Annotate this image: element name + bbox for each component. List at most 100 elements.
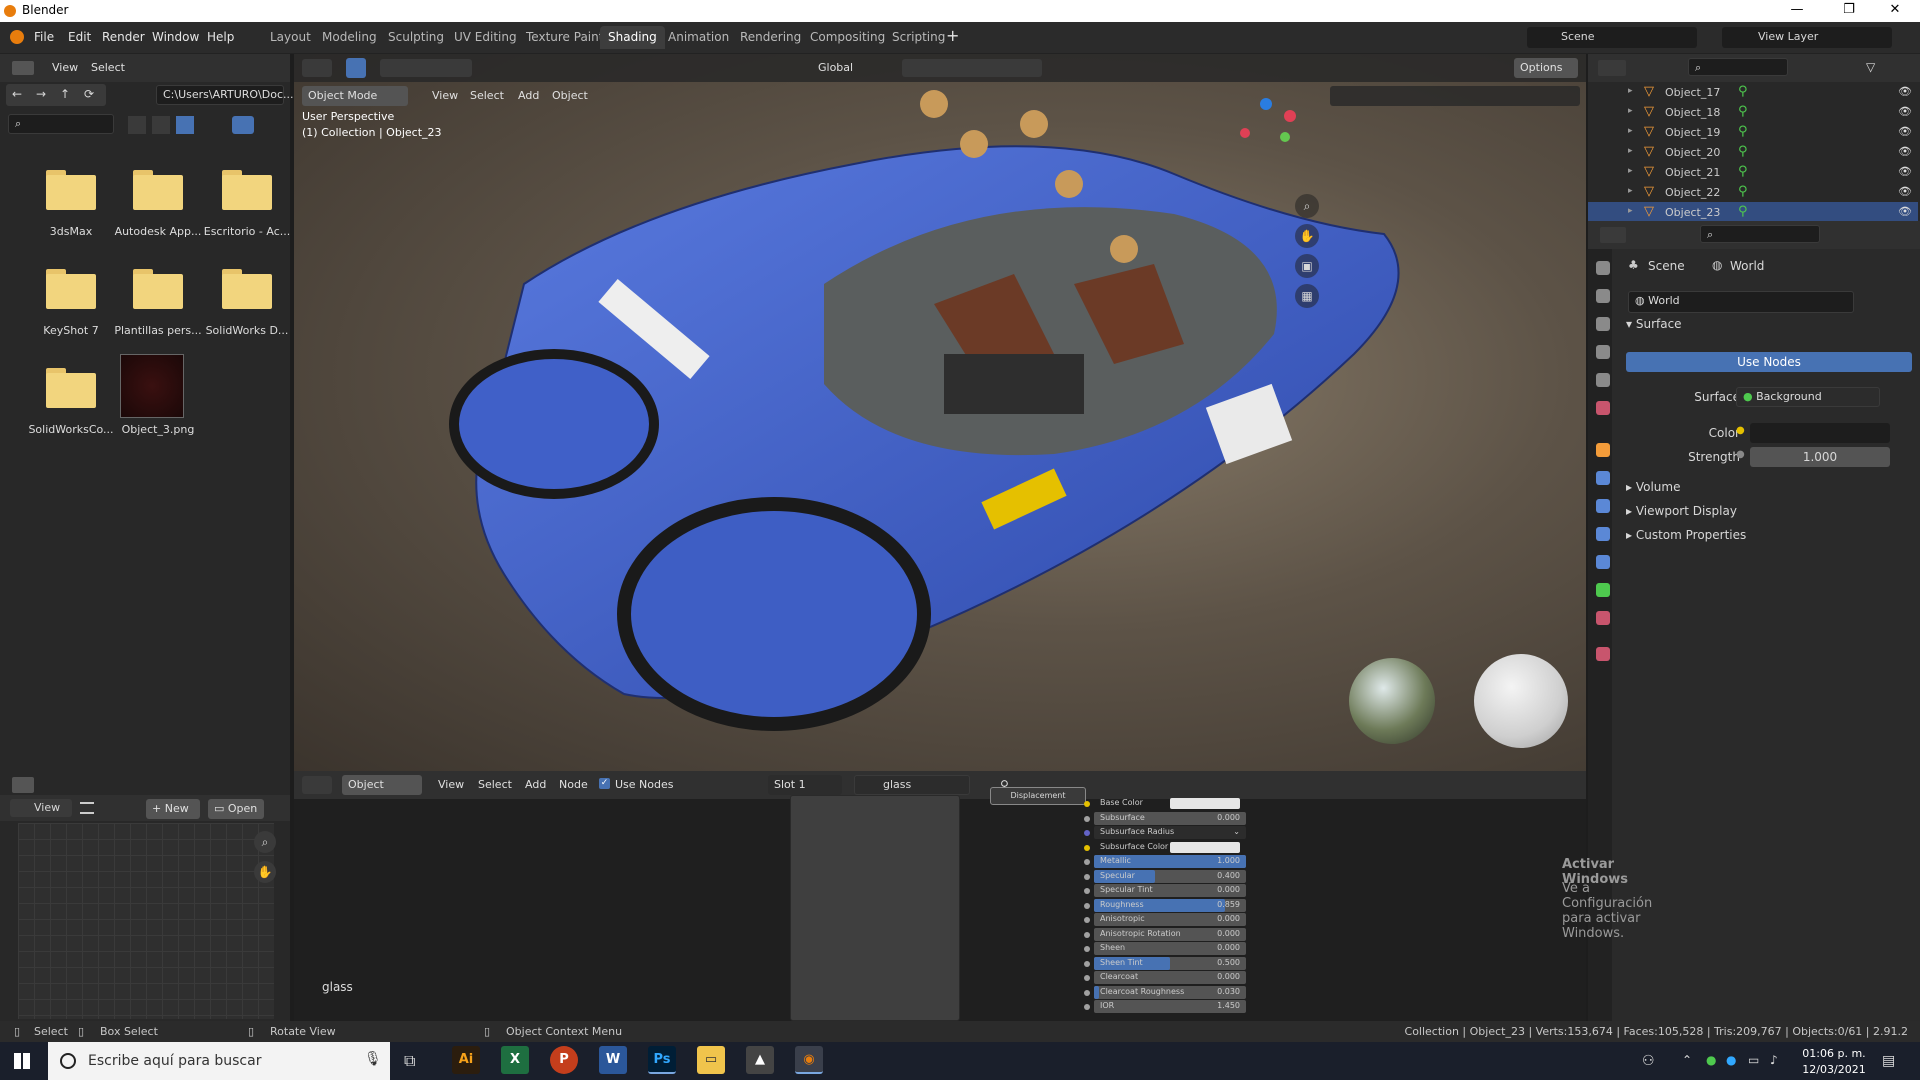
refresh-icon[interactable]: ⟳ (84, 87, 94, 101)
taskbar-clock-time[interactable]: 01:06 p. m. (1794, 1047, 1874, 1060)
scene-selector[interactable]: Scene (1527, 27, 1697, 48)
taskbar-clock-date[interactable]: 12/03/2021 (1794, 1063, 1874, 1076)
workspace-tab-shading[interactable]: Shading (600, 26, 665, 49)
file-item-label[interactable]: SolidWorks D... (202, 324, 292, 337)
node-input-field[interactable]: Subsurface Radius ⌄ (1094, 826, 1246, 839)
modifier-tab-icon[interactable] (1596, 471, 1610, 485)
node-input-field[interactable]: Anisotropic Rotation 0.000 (1094, 927, 1246, 941)
zoom-icon[interactable]: ⌕ (254, 831, 276, 853)
task-view-icon[interactable]: ⧉ (404, 1051, 415, 1071)
color-swatch[interactable] (1170, 798, 1240, 809)
output-tab-icon[interactable] (1596, 317, 1610, 331)
notifications-icon[interactable]: ▤ (1882, 1053, 1895, 1069)
custom-properties-panel-header[interactable]: ▸ Custom Properties (1626, 528, 1746, 542)
workspace-tab-uv-editing[interactable]: UV Editing (446, 26, 525, 49)
thumbnail-view-icon[interactable] (176, 116, 194, 134)
node-input-field[interactable]: Base Color (1094, 797, 1246, 810)
socket-dot-icon[interactable] (1084, 917, 1090, 923)
outliner-row[interactable]: ▸ ▽ Object_21 ⚲ 👁 (1588, 162, 1918, 182)
node-input-field[interactable]: Clearcoat 0.000 (1094, 971, 1246, 984)
outliner-row[interactable]: ▸ ▽ Object_17 ⚲ 👁 (1588, 82, 1918, 102)
volume-panel-header[interactable]: ▸ Volume (1626, 480, 1680, 494)
node-add-menu[interactable]: Add (525, 778, 546, 791)
shader-type-dropdown[interactable]: Object (342, 775, 422, 795)
properties-editor-type-icon[interactable] (1600, 227, 1626, 243)
expand-arrow-icon[interactable]: ▸ (1628, 106, 1633, 116)
socket-dot-icon[interactable] (1084, 859, 1090, 865)
workspace-tab-scripting[interactable]: Scripting (884, 26, 953, 49)
back-icon[interactable]: ← (12, 87, 22, 101)
path-field[interactable]: C:\Users\ARTURO\Doc... (156, 85, 294, 105)
blender-menu-icon[interactable] (10, 30, 24, 44)
outliner-row[interactable]: ▸ ▽ Object_18 ⚲ 👁 (1588, 102, 1918, 122)
menu-file[interactable]: File (34, 30, 54, 44)
outliner-filter-icon[interactable]: ▽ (1866, 60, 1884, 76)
workspace-tab-animation[interactable]: Animation (660, 26, 737, 49)
texture-tab-icon[interactable] (1596, 647, 1610, 661)
perspective-toggle-icon[interactable]: ▦ (1295, 284, 1319, 308)
navigation-gizmo[interactable] (1240, 98, 1300, 158)
expand-arrow-icon[interactable]: ▸ (1628, 86, 1633, 96)
color-swatch[interactable] (1750, 423, 1890, 443)
viewport-display-panel-header[interactable]: ▸ Viewport Display (1626, 504, 1737, 518)
node-input-field[interactable]: Subsurface 0.000 (1094, 811, 1246, 825)
visibility-eye-icon[interactable]: 👁 (1898, 125, 1912, 138)
socket-dot-icon[interactable] (1084, 873, 1090, 880)
workspace-tab-rendering[interactable]: Rendering (732, 26, 809, 49)
node-input-field[interactable]: Clearcoat Roughness 0.030 (1094, 985, 1246, 999)
socket-dot-icon[interactable] (1084, 931, 1090, 938)
excel-app-icon[interactable]: X (501, 1046, 529, 1074)
node-input-field[interactable]: Sheen 0.000 (1094, 942, 1246, 955)
workspace-tab-texture-paint[interactable]: Texture Paint (518, 26, 611, 49)
detail-view-icon[interactable] (152, 116, 170, 134)
outliner-row[interactable]: ▸ ▽ Object_20 ⚲ 👁 (1588, 142, 1918, 162)
outliner-row[interactable]: ▸ ▽ Object_23 ⚲ 👁 (1588, 202, 1918, 222)
slot-dropdown[interactable]: Slot 1 (768, 775, 842, 795)
world-tab-icon[interactable] (1596, 401, 1610, 415)
file-explorer-icon[interactable]: ▭ (697, 1046, 725, 1074)
visibility-eye-icon[interactable]: 👁 (1898, 205, 1912, 218)
file-item-label[interactable]: Autodesk App... (113, 225, 203, 238)
use-nodes-checkbox[interactable]: ✓ (599, 778, 610, 789)
photoshop-app-icon[interactable]: Ps (648, 1046, 676, 1074)
node-input-field[interactable]: IOR 1.450 (1094, 1000, 1246, 1013)
tray-app-icon-2[interactable]: ● (1726, 1053, 1736, 1067)
forward-icon[interactable]: → (36, 87, 46, 101)
visibility-eye-icon[interactable]: 👁 (1898, 105, 1912, 118)
folder-icon[interactable] (133, 269, 183, 309)
folder-icon[interactable] (46, 269, 96, 309)
node-input-field[interactable]: Sheen Tint 0.500 (1094, 956, 1246, 970)
node-node-menu[interactable]: Node (559, 778, 588, 791)
open-image-button[interactable]: ▭ Open (208, 799, 264, 819)
socket-dot-icon[interactable] (1084, 960, 1090, 967)
editor-type-icon[interactable] (12, 61, 34, 75)
use-nodes-button[interactable]: Use Nodes (1626, 352, 1912, 372)
network-icon[interactable]: ▭ (1748, 1053, 1759, 1067)
expand-arrow-icon[interactable]: ▸ (1628, 126, 1633, 136)
pan-viewport-icon[interactable]: ✋ (1295, 224, 1319, 248)
view-layer-tab-icon[interactable] (1596, 345, 1610, 359)
file-item-label[interactable]: Plantillas pers... (113, 324, 203, 337)
node-input-field[interactable]: Anisotropic 0.000 (1094, 913, 1246, 926)
show-hidden-icons[interactable]: ⌃ (1682, 1053, 1692, 1067)
principled-bsdf-node[interactable] (790, 795, 960, 1021)
list-view-icon[interactable] (128, 116, 146, 134)
socket-dot-icon[interactable] (1084, 1004, 1090, 1010)
minimize-button[interactable]: — (1774, 2, 1820, 20)
add-workspace-icon[interactable]: + (946, 26, 959, 45)
image-canvas[interactable] (18, 823, 274, 1019)
workspace-tab-sculpting[interactable]: Sculpting (380, 26, 452, 49)
strength-field[interactable]: 1.000 (1750, 447, 1890, 467)
data-tab-icon[interactable] (1596, 583, 1610, 597)
expand-arrow-icon[interactable]: ▸ (1628, 146, 1633, 156)
displacement-node[interactable]: Displacement (990, 787, 1086, 805)
menu-edit[interactable]: Edit (68, 30, 91, 44)
word-app-icon[interactable]: W (599, 1046, 627, 1074)
render-tab-icon[interactable] (1596, 289, 1610, 303)
pan-hand-icon[interactable]: ✋ (254, 861, 276, 883)
volume-icon[interactable]: ♪ (1770, 1053, 1778, 1067)
expand-arrow-icon[interactable]: ▸ (1628, 206, 1633, 216)
socket-dot-icon[interactable] (1084, 888, 1090, 894)
menu-window[interactable]: Window (152, 30, 199, 44)
node-editor-type-icon[interactable] (302, 776, 332, 794)
